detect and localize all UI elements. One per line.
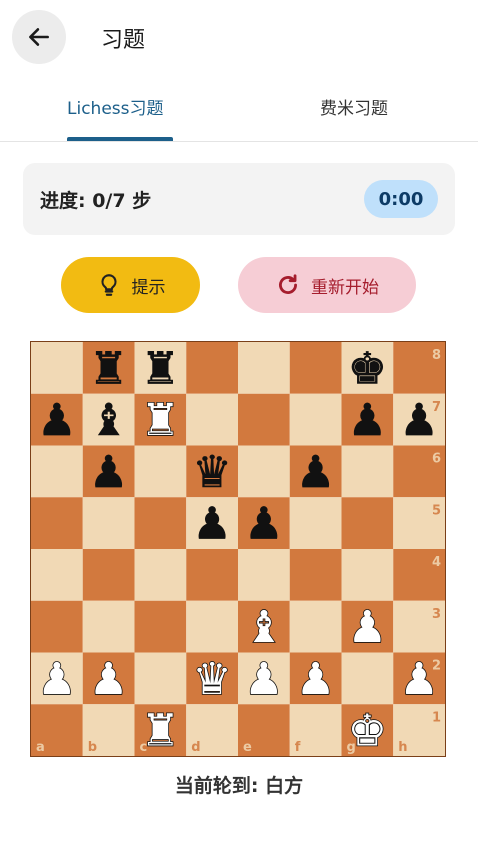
file-label: b: [88, 740, 97, 755]
square-b5[interactable]: [82, 497, 135, 549]
black-queen-d6[interactable]: ♛: [192, 447, 232, 499]
black-rook-c8[interactable]: ♜: [140, 343, 180, 395]
square-d7[interactable]: [186, 393, 238, 446]
square-d4[interactable]: [186, 549, 238, 601]
square-d8[interactable]: [186, 342, 238, 394]
square-c5[interactable]: [134, 497, 187, 549]
white-queen-d2[interactable]: ♛: [192, 653, 233, 706]
white-pawn-f2[interactable]: ♟: [295, 653, 336, 706]
refresh-icon: [279, 274, 297, 294]
square-c2[interactable]: [134, 652, 187, 705]
square-a8[interactable]: [31, 342, 83, 394]
app-header: 习题: [0, 0, 478, 76]
white-pawn-h2[interactable]: ♟: [399, 653, 440, 706]
square-b3[interactable]: [82, 600, 135, 653]
square-f7[interactable]: [289, 393, 342, 446]
rank-label: 3: [432, 607, 441, 622]
square-a3[interactable]: [31, 600, 83, 653]
restart-button[interactable]: 重新开始: [238, 257, 416, 313]
arrow-left-icon: [29, 28, 49, 46]
square-c6[interactable]: [134, 445, 187, 498]
black-pawn-d5[interactable]: ♟: [192, 498, 232, 550]
black-pawn-g7[interactable]: ♟: [347, 395, 387, 447]
hint-button-label: 提示: [131, 277, 166, 298]
file-label: a: [36, 740, 45, 755]
active-tab-indicator: [67, 137, 173, 141]
tab-bar: Lichess习题 费米习题: [0, 86, 478, 142]
square-a6[interactable]: [31, 445, 83, 498]
white-king-g1[interactable]: ♚: [347, 705, 388, 756]
tab-fermi[interactable]: 费米习题: [320, 94, 388, 119]
back-button[interactable]: [12, 10, 66, 64]
square-e4[interactable]: [238, 549, 290, 601]
restart-button-label: 重新开始: [311, 277, 379, 298]
timer-badge: 0:00: [364, 180, 438, 218]
square-f3[interactable]: [289, 600, 342, 653]
rank-label: 8: [432, 348, 441, 363]
square-b4[interactable]: [82, 549, 135, 601]
page-title: 习题: [101, 28, 146, 53]
file-label: f: [295, 740, 301, 755]
rank-label: 1: [432, 710, 441, 725]
progress-label: 进度: 0/7 步: [40, 190, 152, 212]
square-g5[interactable]: [341, 497, 394, 549]
white-pawn-b2[interactable]: ♟: [88, 653, 129, 706]
square-g4[interactable]: [341, 549, 394, 601]
white-pawn-a2[interactable]: ♟: [36, 653, 77, 706]
file-label: d: [191, 740, 200, 755]
chess-board-svg: 87654321a b c d e f g h♜ ♜ ♚♟ ♝ ♜ ♟ ♟♟ ♛ ♟♟ ♟♝ ♟♟ ♟ ♛ ♟ ♟ ♟♜ ♚: [31, 342, 445, 756]
rank-label: 4: [432, 555, 441, 570]
square-g2[interactable]: [341, 652, 394, 705]
square-a5[interactable]: [31, 497, 83, 549]
square-d3[interactable]: [186, 600, 238, 653]
square-g6[interactable]: [341, 445, 394, 498]
square-f5[interactable]: [289, 497, 342, 549]
square-e7[interactable]: [238, 393, 290, 446]
white-rook-c7[interactable]: ♜: [140, 394, 181, 447]
tab-lichess[interactable]: Lichess习题: [67, 94, 164, 119]
lightbulb-icon: [100, 274, 117, 296]
black-king-g8[interactable]: ♚: [347, 343, 387, 395]
square-f8[interactable]: [289, 342, 342, 394]
black-pawn-a7[interactable]: ♟: [37, 395, 77, 447]
chess-board[interactable]: 8 7 6 5 4 3 2 1 a b c d e f g h ♜ ♜ ♚ ♟ ♝ ♜ ♟ ♟ ♟ ♛ ♟ ♟ ♟ ♝ ♟ ♟ ♟ ♛ ♟ ♟ ♟ ♜ ♚: [30, 341, 446, 757]
square-e6[interactable]: [238, 445, 290, 498]
white-pawn-g3[interactable]: ♟: [347, 601, 388, 654]
file-label: h: [398, 740, 407, 755]
white-rook-c1[interactable]: ♜: [140, 705, 181, 756]
hint-button[interactable]: 提示: [61, 257, 200, 313]
progress-card: 进度: 0/7 步 0:00: [23, 163, 455, 235]
square-e8[interactable]: [238, 342, 290, 394]
square-c3[interactable]: [134, 600, 187, 653]
black-pawn-f6[interactable]: ♟: [296, 447, 336, 499]
square-a4[interactable]: [31, 549, 83, 601]
rank-label: 5: [432, 503, 441, 518]
white-bishop-e3[interactable]: ♝: [243, 601, 284, 654]
black-rook-b8[interactable]: ♜: [89, 343, 129, 395]
square-f4[interactable]: [289, 549, 342, 601]
black-pawn-e5[interactable]: ♟: [244, 498, 284, 550]
file-label: e: [243, 740, 252, 755]
turn-indicator: 当前轮到: 白方: [174, 775, 304, 797]
rank-label: 6: [432, 452, 441, 467]
black-bishop-b7[interactable]: ♝: [89, 395, 129, 447]
black-pawn-b6[interactable]: ♟: [89, 447, 129, 499]
black-pawn-h7[interactable]: ♟: [399, 395, 439, 447]
white-pawn-e2[interactable]: ♟: [243, 653, 284, 706]
square-c4[interactable]: [134, 549, 187, 601]
